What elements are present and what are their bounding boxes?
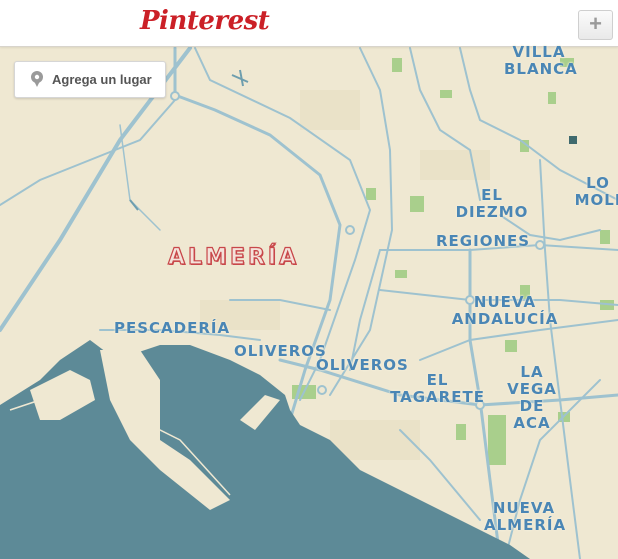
place-label-pescaderia: PESCADERÍA: [114, 319, 231, 337]
map-pin-icon: [31, 71, 43, 87]
add-button[interactable]: +: [578, 10, 613, 40]
place-label-el-tagarete: EL TAGARETE: [390, 371, 485, 406]
place-label-regiones: REGIONES: [436, 232, 531, 250]
place-label-lo-moli: LO MOLI: [574, 174, 618, 209]
add-place-button[interactable]: Agrega un lugar: [14, 61, 166, 98]
place-label-oliveros-1: OLIVEROS: [234, 342, 327, 360]
pinterest-logo[interactable]: Pinterest: [140, 6, 270, 36]
add-place-label: Agrega un lugar: [52, 72, 152, 87]
place-label-la-vega-de-aca: LA VEGA DE ACA: [507, 363, 557, 432]
place-label-el-diezmo: EL DIEZMO: [455, 186, 529, 221]
top-bar: Pinterest +: [0, 0, 618, 47]
place-label-villa-blanca: VILLA BLANCA: [504, 43, 578, 78]
city-label-almeria: ALMERÍA: [167, 244, 300, 270]
place-label-nueva-andalucia: NUEVA ANDALUCÍA: [451, 293, 559, 328]
place-label-nueva-almeria: NUEVA ALMERÍA: [484, 499, 567, 534]
